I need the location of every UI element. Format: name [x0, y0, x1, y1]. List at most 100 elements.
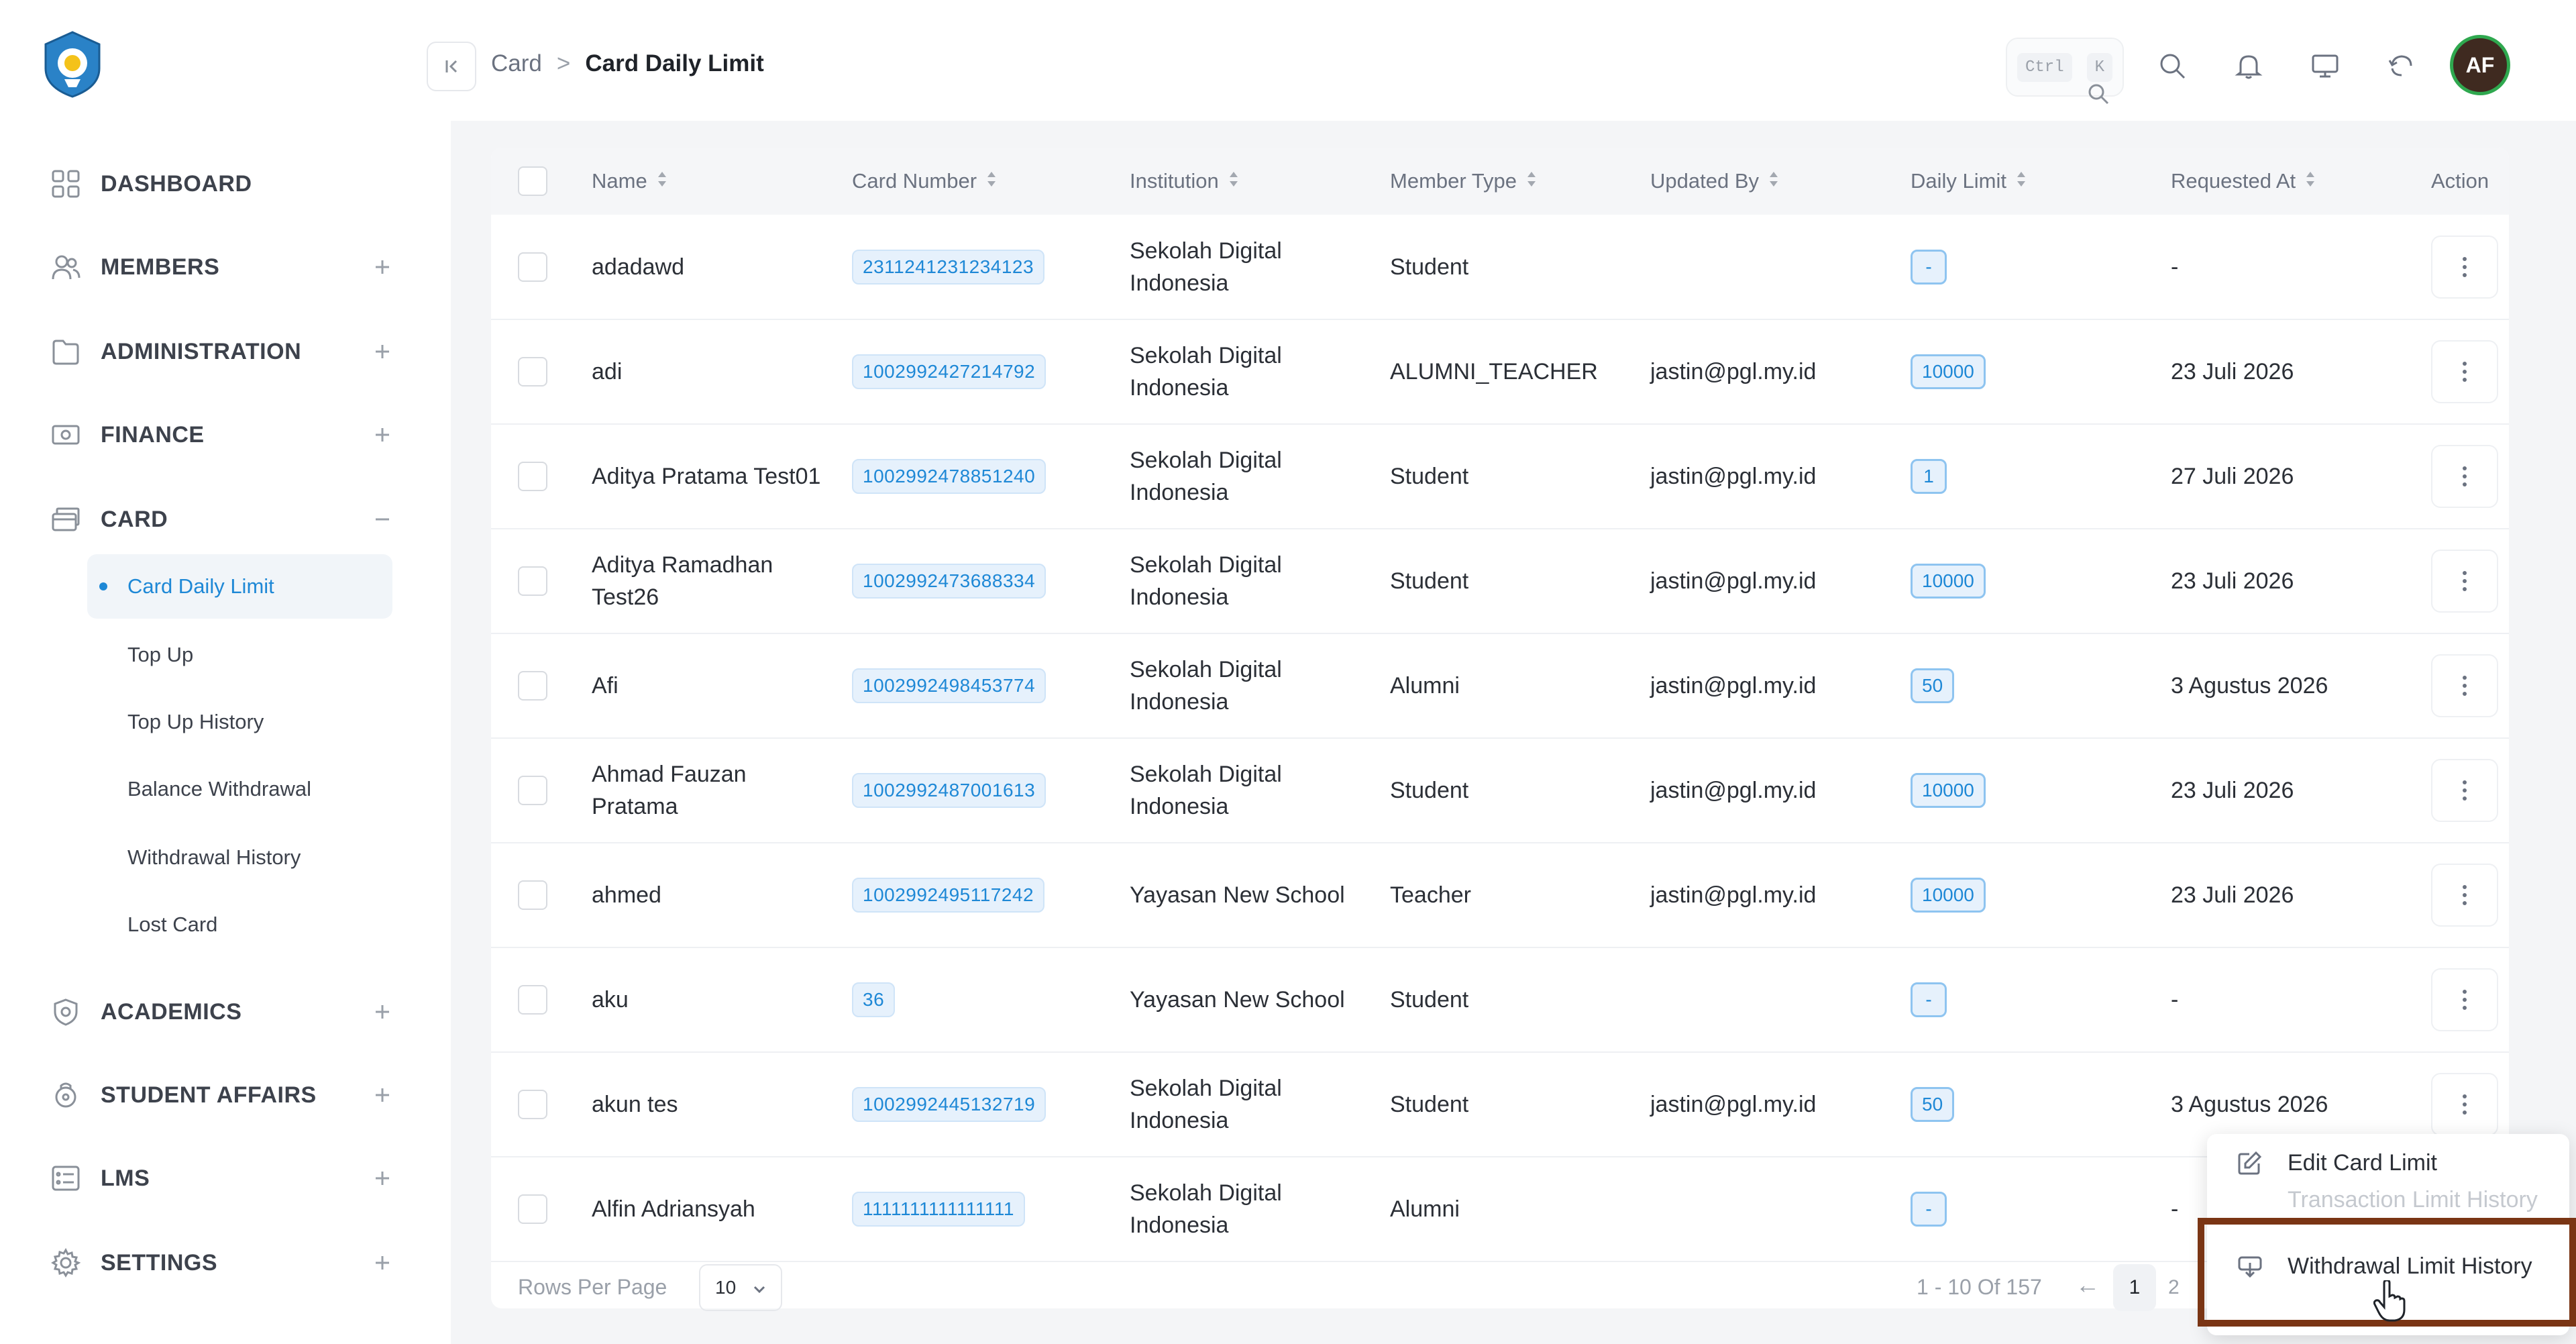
table-row: ahmed 1002992495117242 Yayasan New Schoo… [491, 843, 2509, 947]
expand-icon[interactable] [369, 254, 396, 280]
card-number-tag[interactable]: 1002992487001613 [852, 773, 1046, 808]
history-icon [2235, 1190, 2265, 1213]
expand-icon[interactable] [369, 338, 396, 365]
cell-requested-at: 23 Juli 2026 [2171, 568, 2294, 594]
more-vertical-icon [2463, 988, 2467, 1012]
row-checkbox[interactable] [518, 357, 547, 386]
sub-label: Card Daily Limit [127, 574, 274, 598]
card-number-tag[interactable]: 1002992427214792 [852, 354, 1046, 389]
nav-settings[interactable]: SETTINGS [47, 1229, 396, 1296]
expand-icon[interactable] [369, 1082, 396, 1108]
column-header-name[interactable]: Name [572, 148, 832, 215]
row-checkbox[interactable] [518, 462, 547, 491]
nav-administration[interactable]: ADMINISTRATION [47, 318, 396, 385]
row-action-button[interactable] [2431, 445, 2498, 508]
table-row: akun tes 1002992445132719 Sekolah Digita… [491, 1052, 2509, 1157]
card-number-tag[interactable]: 1111111111111111 [852, 1192, 1025, 1227]
sidebar-item-top-up[interactable]: Top Up [94, 623, 399, 687]
row-checkbox[interactable] [518, 1090, 547, 1119]
card-number-tag[interactable]: 2311241231234123 [852, 249, 1045, 285]
collapse-sidebar-button[interactable] [427, 42, 476, 91]
sidebar-item-top-up-history[interactable]: Top Up History [94, 690, 399, 754]
nav-members[interactable]: MEMBERS [47, 234, 396, 301]
row-action-button[interactable] [2431, 864, 2498, 927]
expand-icon[interactable] [369, 998, 396, 1025]
page-2-button[interactable]: 2 [2168, 1264, 2195, 1311]
column-header-member-type[interactable]: Member Type [1370, 148, 1630, 215]
row-action-button[interactable] [2431, 968, 2498, 1031]
bell-icon[interactable] [2224, 42, 2273, 90]
cell-updated-by [1630, 947, 1890, 1052]
card-number-tag[interactable]: 1002992445132719 [852, 1087, 1046, 1122]
sidebar-item-card-daily-limit[interactable]: Card Daily Limit [87, 554, 392, 619]
card-number-tag[interactable]: 1002992478851240 [852, 459, 1046, 494]
expand-icon[interactable] [369, 421, 396, 448]
row-checkbox[interactable] [518, 566, 547, 596]
chevron-down-icon [751, 1280, 767, 1302]
more-vertical-icon [2463, 778, 2467, 803]
row-checkbox[interactable] [518, 985, 547, 1015]
prev-page-arrow-icon[interactable]: ← [2076, 1271, 2100, 1299]
select-all-checkbox[interactable] [518, 166, 547, 196]
card-number-tag[interactable]: 1002992495117242 [852, 878, 1045, 913]
row-action-button[interactable] [2431, 550, 2498, 613]
nav-card[interactable]: CARD [47, 486, 396, 553]
rows-per-page-select[interactable]: 10 [699, 1264, 782, 1311]
users-icon [47, 248, 85, 286]
cell-institution: Yayasan New School [1130, 987, 1345, 1013]
refresh-icon[interactable] [2377, 42, 2426, 90]
card-number-tag[interactable]: 1002992498453774 [852, 668, 1046, 703]
nav-lms[interactable]: LMS [47, 1145, 396, 1212]
page-1-button[interactable]: 1 [2113, 1264, 2156, 1311]
row-checkbox[interactable] [518, 1194, 547, 1224]
search-icon[interactable] [2148, 42, 2196, 90]
nav-dashboard[interactable]: DASHBOARD [47, 150, 396, 217]
column-header-institution[interactable]: Institution [1110, 148, 1370, 215]
expand-icon[interactable] [369, 1249, 396, 1276]
menu-transaction-limit-history[interactable]: Transaction Limit History [2207, 1190, 2569, 1213]
sidebar-item-balance-withdrawal[interactable]: Balance Withdrawal [94, 757, 399, 821]
column-header-updated-by[interactable]: Updated By [1630, 148, 1890, 215]
user-avatar[interactable]: AF [2450, 35, 2510, 95]
nav-label: CARD [101, 506, 168, 532]
sort-icon [1768, 169, 1779, 193]
tut-wuri-logo[interactable] [38, 30, 107, 99]
column-header-daily-limit[interactable]: Daily Limit [1890, 148, 2151, 215]
sub-label: Top Up History [127, 710, 264, 733]
cell-member-type: Alumni [1390, 673, 1460, 699]
nav-label: DASHBOARD [101, 170, 252, 197]
hand-cursor-icon [2373, 1279, 2407, 1325]
collapse-icon[interactable] [369, 506, 396, 533]
table-row: Aditya Pratama Test01 1002992478851240 S… [491, 424, 2509, 529]
monitor-icon[interactable] [2301, 42, 2349, 90]
nav-student-affairs[interactable]: STUDENT AFFAIRS [47, 1062, 396, 1129]
row-action-button[interactable] [2431, 759, 2498, 822]
nav-finance[interactable]: FINANCE [47, 401, 396, 468]
sub-label: Lost Card [127, 913, 218, 936]
row-checkbox[interactable] [518, 776, 547, 805]
row-checkbox[interactable] [518, 671, 547, 701]
row-checkbox[interactable] [518, 880, 547, 910]
cell-name: Aditya Ramadhan Test26 [592, 552, 773, 610]
sidebar-item-lost-card[interactable]: Lost Card [94, 892, 399, 957]
expand-icon[interactable] [369, 1165, 396, 1192]
daily-limit-tag: 10000 [1911, 878, 1986, 913]
menu-edit-card-limit[interactable]: Edit Card Limit [2207, 1137, 2569, 1189]
daily-limit-tag: 1 [1911, 459, 1947, 494]
card-number-tag[interactable]: 36 [852, 982, 896, 1017]
nav-label: ACADEMICS [101, 998, 242, 1025]
row-action-button[interactable] [2431, 1073, 2498, 1136]
column-header-requested-at[interactable]: Requested At [2151, 148, 2411, 215]
card-number-tag[interactable]: 1002992473688334 [852, 564, 1046, 599]
sidebar-item-withdrawal-history[interactable]: Withdrawal History [94, 825, 399, 890]
column-header-card-number[interactable]: Card Number [832, 148, 1110, 215]
daily-limit-tag: 10000 [1911, 354, 1986, 389]
breadcrumb-parent[interactable]: Card [491, 50, 542, 77]
more-vertical-icon [2463, 255, 2467, 279]
cell-updated-by [1630, 215, 1890, 319]
row-checkbox[interactable] [518, 252, 547, 282]
row-action-button[interactable] [2431, 654, 2498, 717]
nav-academics[interactable]: ACADEMICS [47, 978, 396, 1045]
row-action-button[interactable] [2431, 235, 2498, 299]
row-action-button[interactable] [2431, 340, 2498, 403]
